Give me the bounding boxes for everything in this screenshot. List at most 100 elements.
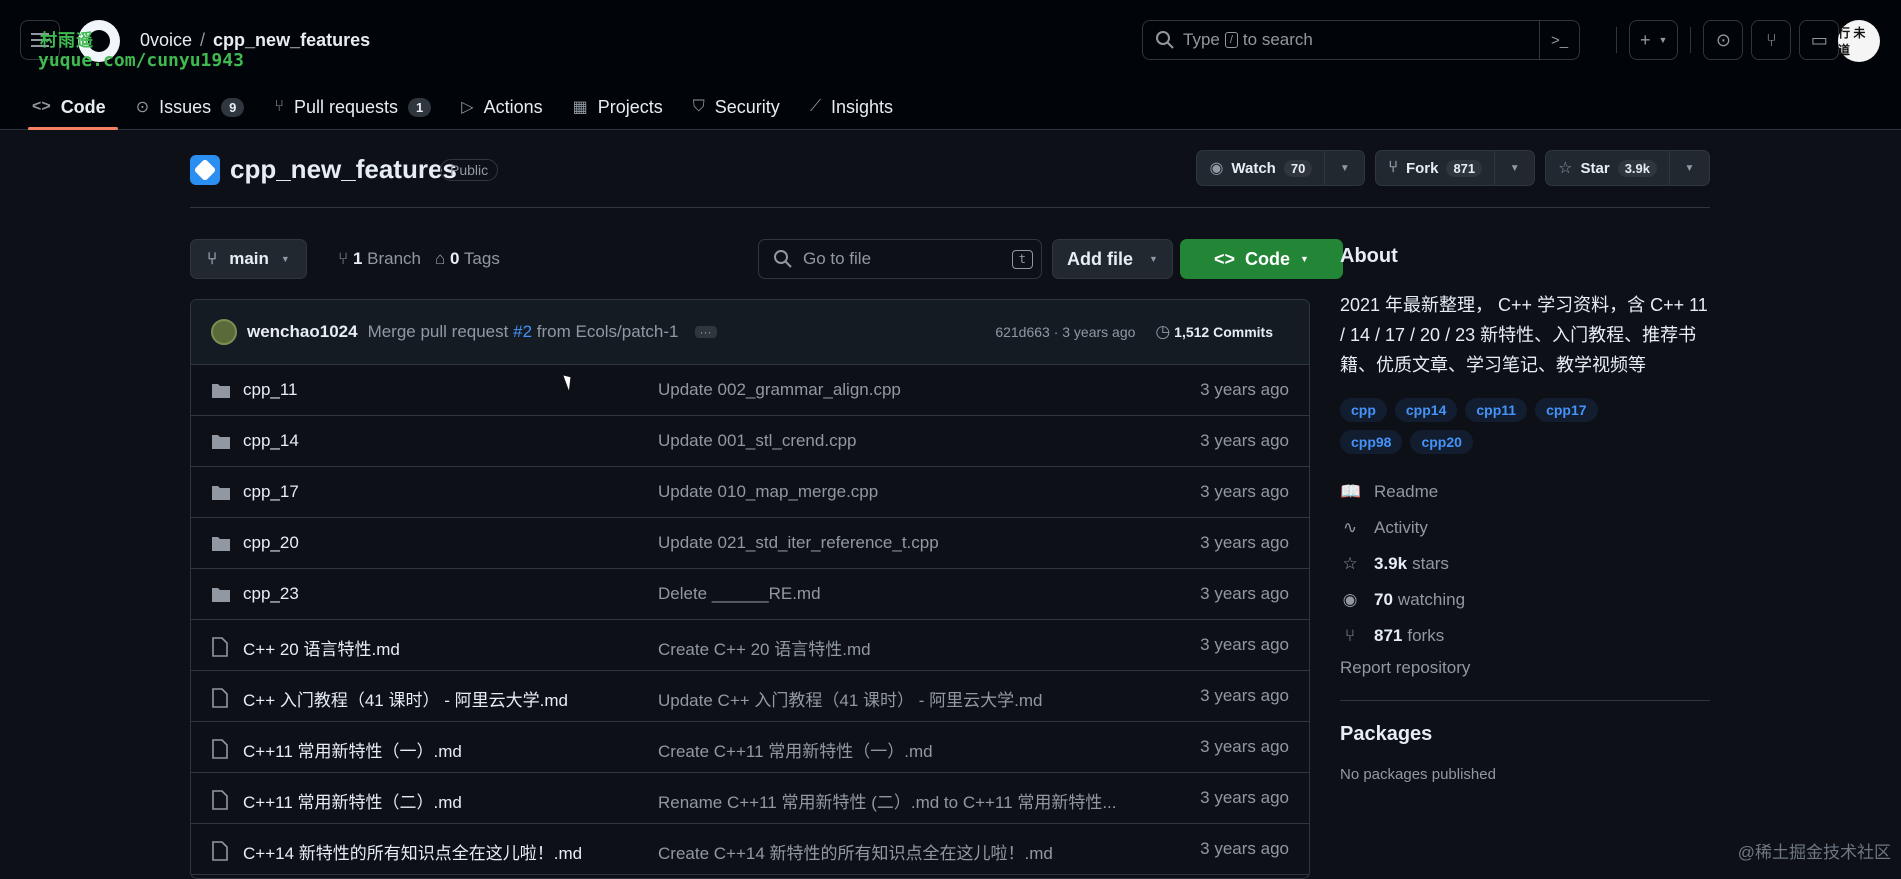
file-name[interactable]: C++11 常用新特性（二）.md	[243, 788, 462, 813]
commit-pr-link[interactable]: #2	[513, 322, 532, 341]
file-commit-time: 3 years ago	[1200, 686, 1289, 705]
commit-message[interactable]: Merge pull request #2 from Ecols/patch-1	[368, 322, 679, 342]
file-icon	[212, 637, 228, 657]
add-file-label: Add file	[1067, 248, 1133, 269]
commit-hash-time[interactable]: 621d663 · 3 years ago	[995, 324, 1135, 340]
file-row[interactable]: C++14 新特性的所有知识点全在这儿啦！.md Create C++14 新特性…	[191, 824, 1309, 875]
fork-count: 871	[1446, 159, 1483, 177]
file-row[interactable]: C++11 常用新特性（二）.md Rename C++11 常用新特性 (二）.…	[191, 773, 1309, 824]
file-row[interactable]: cpp_20 Update 021_std_iter_reference_t.cp…	[191, 518, 1309, 569]
branch-select-button[interactable]: ⑂ main ▼	[190, 239, 307, 279]
commit-author-avatar[interactable]	[211, 319, 237, 345]
file-commit-message[interactable]: Rename C++11 常用新特性 (二）.md to C++11 常用新特性…	[658, 788, 1117, 813]
topic-tag[interactable]: cpp11	[1465, 398, 1528, 422]
file-commit-message[interactable]: Update C++ 入门教程（41 课时） - 阿里云大学.md	[658, 686, 1042, 711]
file-name[interactable]: C++11 常用新特性（一）.md	[243, 737, 462, 762]
file-name[interactable]: cpp_23	[243, 584, 299, 604]
chevron-down-icon: ▼	[1658, 35, 1668, 45]
readme-label: Readme	[1374, 482, 1439, 501]
branches-link[interactable]: ⑂ 1 Branch	[338, 249, 421, 269]
file-name[interactable]: C++14 新特性的所有知识点全在这儿啦！.md	[243, 839, 582, 864]
go-to-file-input[interactable]: Go to file t	[758, 239, 1042, 279]
commit-expand-button[interactable]: ···	[694, 326, 717, 338]
tab-security[interactable]: ⛉ Security	[681, 84, 792, 130]
global-search-input[interactable]: Type / to search >_	[1142, 20, 1580, 60]
file-row[interactable]: cpp_23 Delete ______RE.md 3 years ago	[191, 569, 1309, 620]
topic-tag[interactable]: cpp14	[1394, 398, 1458, 422]
header-divider	[1616, 27, 1617, 53]
file-row[interactable]: cpp_17 Update 010_map_merge.cpp 3 years ag…	[191, 467, 1309, 518]
star-dropdown-button[interactable]: ▼	[1669, 151, 1709, 185]
chevron-down-icon: ▼	[1149, 254, 1158, 264]
file-commit-message[interactable]: Update 002_grammar_align.cpp	[658, 380, 901, 400]
commit-message-suffix: from Ecols/patch-1	[536, 322, 679, 341]
topic-tag[interactable]: cpp20	[1410, 430, 1473, 454]
watch-button[interactable]: ◉ Watch 70 ▼	[1196, 150, 1366, 186]
watch-dropdown-button[interactable]: ▼	[1324, 151, 1364, 185]
tab-pull-requests[interactable]: ⑂ Pull requests 1	[262, 84, 443, 130]
tab-projects[interactable]: ▦ Projects	[561, 84, 675, 130]
command-palette-button[interactable]: >_	[1539, 21, 1579, 59]
file-name[interactable]: C++ 20 语言特性.md	[243, 635, 400, 660]
packages-title[interactable]: Packages	[1340, 723, 1710, 746]
file-name[interactable]: cpp_11	[243, 380, 298, 400]
branch-meta: ⑂ 1 Branch ⌂ 0 Tags	[338, 249, 500, 269]
file-row[interactable]: C++ 20 语言特性.md Create C++ 20 语言特性.md 3 yea…	[191, 620, 1309, 671]
file-name[interactable]: cpp_20	[243, 533, 299, 553]
file-commit-message[interactable]: Update 021_std_iter_reference_t.cpp	[658, 533, 939, 553]
file-row[interactable]: C++ 入门教程（41 课时） - 阿里云大学.md Update C++ 入门教…	[191, 671, 1309, 722]
breadcrumb-owner-link[interactable]: 0voice	[140, 30, 192, 50]
branch-name: main	[229, 249, 269, 268]
inbox-button[interactable]: ▭	[1799, 20, 1840, 60]
topic-tag[interactable]: cpp98	[1340, 430, 1403, 454]
file-commit-message[interactable]: Create C++11 常用新特性（一）.md	[658, 737, 933, 762]
topic-tag[interactable]: cpp	[1340, 398, 1387, 422]
fork-button[interactable]: ⑂ Fork 871 ▼	[1375, 150, 1536, 186]
file-commit-message[interactable]: Create C++14 新特性的所有知识点全在这儿啦！.md	[658, 839, 1053, 864]
topic-tag[interactable]: cpp17	[1535, 398, 1598, 422]
readme-link[interactable]: 📖 Readme	[1340, 474, 1710, 510]
report-repository-link[interactable]: Report repository	[1340, 658, 1710, 701]
tab-actions[interactable]: ▷ Actions	[449, 84, 554, 130]
tag-label: Tags	[463, 249, 500, 268]
pull-requests-button[interactable]: ⑂	[1751, 20, 1792, 60]
file-commit-message[interactable]: Delete ______RE.md	[658, 584, 821, 604]
tab-code[interactable]: <> Code	[20, 84, 118, 130]
tab-label: Insights	[831, 96, 894, 117]
issues-button[interactable]: ⊙	[1703, 20, 1744, 60]
file-name[interactable]: C++ 入门教程（41 课时） - 阿里云大学.md	[243, 686, 568, 711]
pulse-icon: ∿	[1342, 518, 1358, 537]
folder-icon	[212, 435, 230, 449]
tag-count: 0	[450, 249, 460, 268]
file-commit-message[interactable]: Update 010_map_merge.cpp	[658, 482, 878, 502]
chevron-down-icon: ▼	[1684, 162, 1695, 174]
tab-issues[interactable]: ⊙ Issues 9	[124, 84, 257, 130]
repo-title[interactable]: cpp_new_features	[230, 154, 457, 185]
activity-link[interactable]: ∿ Activity	[1340, 510, 1710, 546]
create-new-button[interactable]: + ▼	[1629, 20, 1679, 60]
file-row[interactable]: cpp_11 Update 002_grammar_align.cpp 3 year…	[191, 365, 1309, 416]
file-name[interactable]: cpp_17	[243, 482, 299, 502]
file-row[interactable]: C++11 常用新特性（一）.md Create C++11 常用新特性（一）.m…	[191, 722, 1309, 773]
watching-link[interactable]: ◉ 70 watching	[1340, 582, 1710, 618]
code-button[interactable]: <> Code ▼	[1180, 239, 1343, 279]
chevron-down-icon: ▼	[1339, 162, 1350, 174]
file-commit-message[interactable]: Update 001_stl_crend.cpp	[658, 431, 856, 451]
watermark-url: yuque.com/cunyu1943	[38, 50, 244, 71]
commit-author[interactable]: wenchao1024	[247, 322, 358, 342]
star-button[interactable]: ☆ Star 3.9k ▼	[1545, 150, 1710, 186]
plus-icon: +	[1640, 29, 1651, 50]
file-name[interactable]: cpp_14	[243, 431, 299, 451]
fork-dropdown-button[interactable]: ▼	[1494, 151, 1534, 185]
search-placeholder: Type	[1183, 30, 1220, 49]
user-avatar[interactable]: 行 未 道	[1838, 20, 1880, 62]
file-row[interactable]: cpp_14 Update 001_stl_crend.cpp 3 years ag…	[191, 416, 1309, 467]
stars-link[interactable]: ☆ 3.9k stars	[1340, 546, 1710, 582]
forks-link[interactable]: ⑂ 871 forks	[1340, 618, 1710, 654]
tags-link[interactable]: ⌂ 0 Tags	[435, 249, 500, 269]
file-commit-message[interactable]: Create C++ 20 语言特性.md	[658, 635, 871, 660]
tab-insights[interactable]: ⟋ Insights	[798, 84, 905, 130]
add-file-button[interactable]: Add file ▼	[1052, 239, 1173, 279]
breadcrumb-repo-link[interactable]: cpp_new_features	[213, 30, 370, 50]
commits-history-link[interactable]: ◷ 1,512 Commits	[1155, 322, 1273, 342]
